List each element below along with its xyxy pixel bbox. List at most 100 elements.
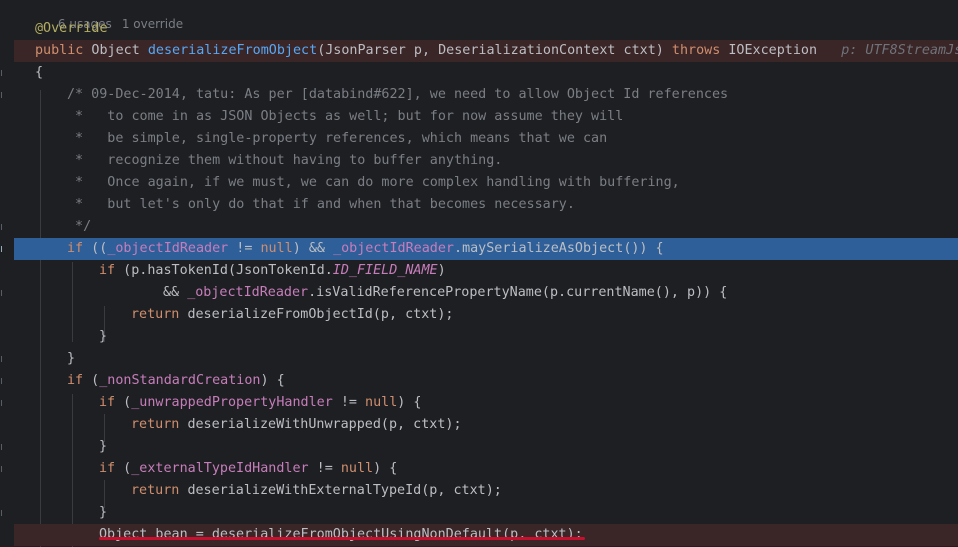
comment-text: * be simple, single-property references,… [67,131,608,146]
code-line[interactable]: if (_unwrappedPropertyHandler != null) { [1,392,958,414]
keyword: null [260,241,293,256]
code-text: (p, ctxt); [380,417,462,432]
error-underline [99,537,585,540]
fold-marker[interactable] [1,466,6,472]
field-name: _unwrappedPropertyHandler [131,395,333,410]
code-text: ( [115,461,132,476]
code-line-signature[interactable]: public Object deserializeFromObject(Json… [14,40,958,62]
comment-text: * Once again, if we must, we can do more… [67,175,680,190]
method-call: deserializeWithUnwrapped [187,417,381,432]
field-name: _objectIdReader [333,241,454,256]
code-line[interactable]: return deserializeWithExternalTypeId(p, … [14,480,958,502]
code-text: ( [83,373,100,388]
fold-marker[interactable] [1,70,6,76]
exception-type: IOException [720,43,818,58]
keyword: if [99,263,116,278]
code-line-error[interactable]: Object bean = deserializeFromObjectUsing… [14,524,958,546]
keyword: return [131,417,180,432]
code-line[interactable]: && _objectIdReader.isValidReferencePrope… [1,282,958,304]
code-text: ) { [260,373,285,388]
keyword: throws [671,43,721,58]
code-line[interactable]: if (_externalTypeIdHandler != null) { [1,458,958,480]
brace: } [99,505,108,520]
code-text: (p.hasTokenId(JsonTokenId. [115,263,333,278]
keyword: if [99,395,116,410]
params-text: (JsonParser p, DeserializationContext ct… [317,43,672,58]
code-text: .isValidReferencePropertyName(p.currentN… [308,285,728,300]
method-call: maySerializeAsObject [462,241,624,256]
comment-line[interactable]: */ [1,216,958,238]
field-name: _objectIdReader [187,285,309,300]
code-text: . [454,241,463,256]
code-line-selected[interactable]: if ((_objectIdReader != null) && _object… [1,238,958,260]
keyword: if [67,373,84,388]
keyword: if [67,241,84,256]
fold-marker[interactable] [1,378,6,384]
fold-marker[interactable] [1,246,6,252]
comment-line[interactable]: * recognize them without having to buffe… [14,150,958,172]
static-field: ID_FIELD_NAME [332,263,438,278]
keyword: if [99,461,116,476]
brace: } [67,351,76,366]
code-line[interactable]: if (_nonStandardCreation) { [1,370,958,392]
editor-gutter[interactable] [0,0,14,547]
comment-line[interactable]: * be simple, single-property references,… [14,128,958,150]
comment-line[interactable]: /* 09-Dec-2014, tatu: As per [databind#6… [1,84,958,106]
type-text: Object [83,43,148,58]
fold-marker[interactable] [1,224,6,230]
code-text: ) [437,263,446,278]
code-text: && [163,285,188,300]
inlay-hints-row: 6 usages 1 override [14,0,958,31]
code-text: != [228,241,261,256]
field-name: _externalTypeIdHandler [131,461,309,476]
fold-marker[interactable] [1,92,6,98]
param-value-hint: p: UTF8StreamJso [841,43,958,58]
code-text: (p, ctxt); [372,307,454,322]
fold-marker[interactable] [1,290,6,296]
fold-marker[interactable] [1,444,6,450]
keyword: return [131,483,180,498]
fold-marker[interactable] [1,400,6,406]
code-text: != [308,461,341,476]
brace: } [99,439,108,454]
comment-text: * to come in as JSON Objects as well; bu… [67,109,624,124]
code-text: ()) { [623,241,664,256]
comment-text: */ [67,219,92,234]
comment-text: * recognize them without having to buffe… [67,153,503,168]
field-name: _nonStandardCreation [99,373,261,388]
code-line[interactable]: } [14,326,958,348]
code-line[interactable]: { [1,62,958,84]
keyword: public [35,43,84,58]
field-name: _objectIdReader [107,241,229,256]
keyword: return [131,307,180,322]
method-call: deserializeFromObjectId [187,307,373,322]
comment-line[interactable]: * but let's only do that if and when tha… [14,194,958,216]
code-line[interactable]: if (p.hasTokenId(JsonTokenId.ID_FIELD_NA… [14,260,958,282]
code-line[interactable]: } [1,348,958,370]
code-line[interactable]: } [1,502,958,524]
method-call: deserializeWithExternalTypeId [187,483,422,498]
code-text: (p, ctxt); [421,483,502,498]
code-line[interactable]: @Override [14,18,958,40]
code-line[interactable]: } [1,436,958,458]
code-text: ) && [292,241,334,256]
fold-marker[interactable] [1,510,6,516]
fold-marker[interactable] [1,356,6,362]
comment-text: * but let's only do that if and when tha… [67,197,575,212]
code-text: (( [83,241,108,256]
code-text: ) { [397,395,422,410]
code-line[interactable]: return deserializeWithUnwrapped(p, ctxt)… [14,414,958,436]
code-editor[interactable]: 6 usages 1 override @Override public Obje… [0,0,958,547]
code-line[interactable]: return deserializeFromObjectId(p, ctxt); [14,304,958,326]
keyword: null [365,395,398,410]
keyword: null [340,461,374,476]
brace: } [99,329,108,344]
brace: { [35,65,44,80]
code-text: ) { [373,461,398,476]
code-text: != [332,395,366,410]
comment-line[interactable]: * to come in as JSON Objects as well; bu… [14,106,958,128]
comment-text: /* 09-Dec-2014, tatu: As per [databind#6… [67,87,729,102]
method-name: deserializeFromObject [147,43,318,58]
code-text: ( [115,395,132,410]
comment-line[interactable]: * Once again, if we must, we can do more… [14,172,958,194]
